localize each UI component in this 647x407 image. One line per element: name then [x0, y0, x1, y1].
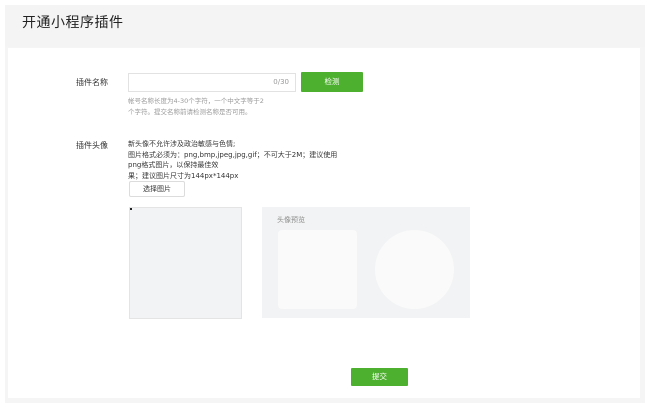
page-title: 开通小程序插件: [22, 15, 124, 31]
submit-button[interactable]: 提交: [351, 368, 408, 386]
avatar-requirements: 新头像不允许涉及政治敏感与色情; 图片格式必须为：png,bmp,jpeg,jp…: [128, 139, 337, 181]
avatar-note-line2: 图片格式必须为：png,bmp,jpeg,jpg,gif；不可大于2M；建议使用…: [128, 150, 338, 170]
plugin-avatar-label: 插件头像: [76, 141, 108, 150]
avatar-note-line1: 新头像不允许涉及政治敏感与色情;: [128, 140, 236, 148]
avatar-preview-panel: 头像预览: [262, 207, 470, 318]
avatar-preview-circle: [375, 230, 454, 309]
plugin-name-hint-line2: 个字符。提交名称前请检测名称是否可用。: [128, 108, 252, 116]
choose-image-button[interactable]: 选择图片: [129, 181, 185, 197]
avatar-note-line3: 果；建议图片尺寸为144px*144px: [128, 171, 239, 180]
check-name-button[interactable]: 检测: [301, 72, 363, 92]
avatar-preview-label: 头像预览: [277, 216, 305, 224]
crop-handle[interactable]: [130, 208, 132, 210]
plugin-name-label: 插件名称: [76, 78, 108, 87]
plugin-name-input[interactable]: [129, 74, 269, 91]
avatar-preview-square: [278, 230, 357, 309]
image-crop-area[interactable]: [129, 207, 242, 319]
plugin-name-counter: 0/30: [273, 78, 289, 86]
plugin-name-hint-line1: 帐号名称长度为4-30个字符，一个中文字等于2: [128, 97, 264, 105]
plugin-name-field: 0/30: [128, 73, 296, 92]
